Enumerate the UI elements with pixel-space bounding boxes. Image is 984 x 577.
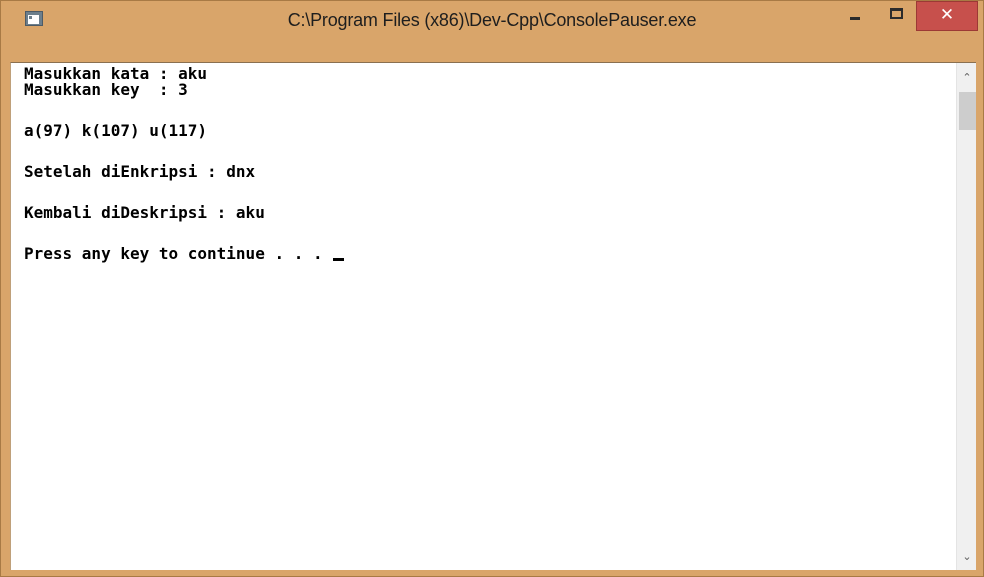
console-line: a(97) k(107) u(117) — [24, 121, 208, 140]
scroll-thumb[interactable] — [959, 92, 976, 130]
console-prompt-text: Press any key to continue . . . — [24, 244, 333, 263]
close-icon: ✕ — [939, 5, 955, 25]
console-prompt-line: Press any key to continue . . . — [24, 244, 345, 263]
vertical-scrollbar[interactable]: ⌃ ⌄ — [956, 63, 976, 570]
minimize-button[interactable] — [840, 3, 869, 27]
console-output: Masukkan kata : aku Masukkan key : 3 a(9… — [24, 66, 954, 566]
title-bar[interactable]: C:\Program Files (x86)\Dev-Cpp\ConsolePa… — [1, 1, 983, 37]
maximize-button[interactable] — [882, 3, 911, 27]
console-line: Kembali diDeskripsi : aku — [24, 203, 265, 222]
text-cursor — [333, 258, 345, 261]
window-title: C:\Program Files (x86)\Dev-Cpp\ConsolePa… — [287, 10, 697, 30]
console-line: Setelah diEnkripsi : dnx — [24, 162, 256, 181]
console-window: C:\Program Files (x86)\Dev-Cpp\ConsolePa… — [0, 0, 984, 577]
close-button[interactable]: ✕ — [916, 1, 978, 31]
maximize-icon — [890, 8, 903, 19]
console-line: Masukkan key : 3 — [24, 80, 188, 99]
minimize-icon — [850, 17, 860, 20]
scroll-down-arrow-icon[interactable]: ⌄ — [957, 547, 977, 567]
scroll-up-arrow-icon[interactable]: ⌃ — [957, 68, 977, 88]
console-client-area[interactable]: Masukkan kata : aku Masukkan key : 3 a(9… — [10, 62, 976, 570]
